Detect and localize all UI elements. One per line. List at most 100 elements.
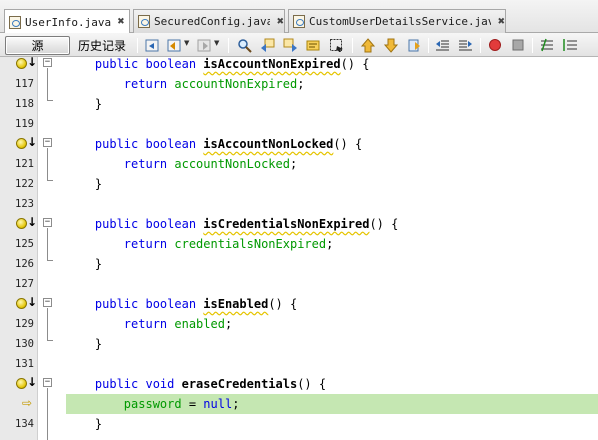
close-tab-icon[interactable]: ✖ (117, 17, 125, 27)
line-text[interactable]: return credentialsNonExpired; (66, 234, 598, 254)
line-text[interactable]: } (66, 94, 598, 114)
line-text[interactable]: public boolean isEnabled() { (66, 294, 598, 314)
fold-guide (47, 68, 48, 100)
history-view-button[interactable]: 历史记录 (72, 36, 132, 55)
code-line[interactable]: 119 (0, 114, 598, 134)
stop-icon (512, 39, 524, 51)
toggle-highlight-search-button[interactable] (305, 37, 322, 54)
code-line[interactable]: 125 return credentialsNonExpired; (0, 234, 598, 254)
line-number: 122 (15, 178, 34, 190)
code-line[interactable]: 131 (0, 354, 598, 374)
line-text[interactable]: return accountNonLocked; (66, 154, 598, 174)
last-edit-button[interactable] (144, 37, 161, 54)
line-text[interactable]: return accountNonExpired; (66, 74, 598, 94)
comment-button[interactable] (539, 37, 556, 54)
line-text[interactable]: } (66, 334, 598, 354)
code-line[interactable]: 127 (0, 274, 598, 294)
line-text[interactable] (66, 114, 598, 134)
fold-collapse-icon[interactable]: − (43, 138, 52, 147)
fold-collapse-icon[interactable]: − (43, 58, 52, 67)
back-button[interactable] (166, 37, 183, 54)
next-bookmark-button[interactable] (383, 37, 400, 54)
close-tab-icon[interactable]: ✖ (497, 17, 505, 27)
line-text[interactable]: public void eraseCredentials() { (66, 374, 598, 394)
code-line[interactable]: public boolean isAccountNonExpired() { (0, 54, 598, 74)
implements-method-icon[interactable]: ↓ (16, 295, 37, 311)
code-line-highlighted[interactable]: password = null; (0, 394, 598, 414)
code-line[interactable]: 129 return enabled; (0, 314, 598, 334)
line-text[interactable] (66, 354, 598, 374)
close-tab-icon[interactable]: ✖ (276, 17, 284, 27)
last-edit-icon (145, 39, 159, 52)
implements-method-icon[interactable]: ↓ (16, 375, 37, 391)
fold-collapse-icon[interactable]: − (43, 218, 52, 227)
toggle-bookmark-button[interactable] (406, 37, 423, 54)
code-line[interactable]: 123 (0, 194, 598, 214)
fold-guide-end (47, 180, 53, 181)
tab-customuserdetailsservice[interactable]: CustomUserDetailsService.java ✖ (288, 9, 506, 33)
fold-guide (47, 308, 48, 340)
back-dropdown-icon[interactable]: ▼ (184, 39, 189, 47)
start-macro-recording-button[interactable] (487, 37, 504, 54)
tab-userinfo[interactable]: UserInfo.java ✖ (4, 9, 130, 34)
tab-securedconfig[interactable]: SecuredConfig.java ✖ (133, 9, 285, 33)
code-line[interactable]: 118 } (0, 94, 598, 114)
rectangular-selection-icon (330, 39, 343, 52)
uncomment-button[interactable] (562, 37, 579, 54)
implements-method-icon[interactable]: ↓ (16, 215, 37, 231)
code-line[interactable]: public boolean isEnabled() { (0, 294, 598, 314)
code-line[interactable]: 126 } (0, 254, 598, 274)
toggle-rectangular-selection-button[interactable] (328, 37, 345, 54)
comment-icon (541, 38, 553, 52)
source-view-button[interactable]: 源 (5, 36, 70, 55)
line-number: 130 (15, 338, 34, 350)
fold-guide-end (47, 340, 53, 341)
line-text[interactable]: password = null; (66, 394, 598, 414)
line-text[interactable]: public boolean isAccountNonLocked() { (66, 134, 598, 154)
toolbar-separator (480, 38, 481, 53)
code-line[interactable]: public boolean isCredentialsNonExpired()… (0, 214, 598, 234)
code-line[interactable]: public void eraseCredentials() { (0, 374, 598, 394)
line-number: 123 (15, 198, 34, 210)
forward-button[interactable] (196, 37, 213, 54)
uncomment-icon (563, 39, 577, 51)
toolbar-separator (137, 38, 138, 53)
code-line[interactable]: 134 } (0, 414, 598, 434)
code-line[interactable]: public boolean isAccountNonLocked() { (0, 134, 598, 154)
line-text[interactable] (66, 274, 598, 294)
previous-bookmark-button[interactable] (360, 37, 377, 54)
line-text[interactable]: } (66, 414, 598, 434)
code-line[interactable]: 130 } (0, 334, 598, 354)
shift-left-icon (436, 40, 449, 51)
line-text[interactable]: public boolean isCredentialsNonExpired()… (66, 214, 598, 234)
implements-method-icon[interactable]: ↓ (16, 55, 37, 71)
find-previous-button[interactable] (259, 37, 276, 54)
shift-left-button[interactable] (434, 37, 451, 54)
implements-method-icon[interactable]: ↓ (16, 135, 37, 151)
code-line[interactable]: 121 return accountNonLocked; (0, 154, 598, 174)
find-button[interactable] (236, 37, 253, 54)
toolbar-separator (352, 38, 353, 53)
toolbar-separator (428, 38, 429, 53)
toolbar-separator (228, 38, 229, 53)
line-text[interactable] (66, 194, 598, 214)
shift-right-button[interactable] (457, 37, 474, 54)
fold-collapse-icon[interactable]: − (43, 378, 52, 387)
fold-collapse-icon[interactable]: − (43, 298, 52, 307)
previous-bookmark-icon (361, 38, 376, 53)
line-text[interactable]: } (66, 254, 598, 274)
line-number: 117 (15, 78, 34, 90)
line-text[interactable]: return enabled; (66, 314, 598, 334)
highlight-search-icon (306, 40, 320, 51)
code-line[interactable]: 122 } (0, 174, 598, 194)
tab-label: SecuredConfig.java (154, 15, 271, 28)
line-text[interactable]: } (66, 174, 598, 194)
java-file-icon (293, 15, 305, 28)
line-text[interactable]: public boolean isAccountNonExpired() { (66, 54, 598, 74)
stop-macro-recording-button[interactable] (510, 37, 527, 54)
forward-dropdown-icon[interactable]: ▼ (214, 39, 219, 47)
find-next-button[interactable] (282, 37, 299, 54)
code-line[interactable]: 117 return accountNonExpired; (0, 74, 598, 94)
code-editor[interactable]: public boolean isAccountNonExpired() { 1… (0, 54, 598, 440)
line-number: 121 (15, 158, 34, 170)
